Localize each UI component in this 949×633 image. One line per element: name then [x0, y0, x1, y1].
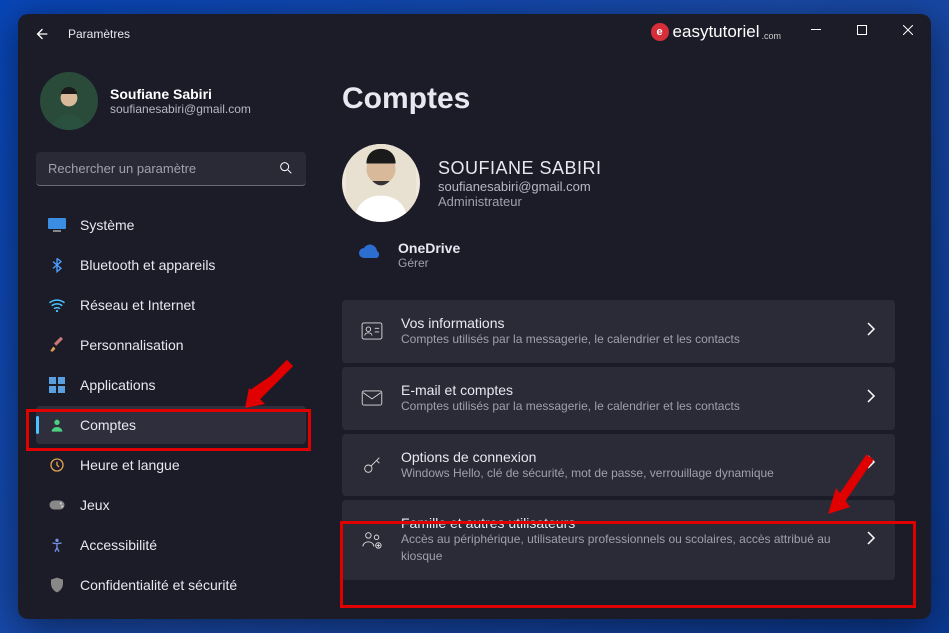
apps-icon	[48, 376, 66, 394]
card-sub: Comptes utilisés par la messagerie, le c…	[401, 331, 848, 348]
account-header: SOUFIANE SABIRI soufianesabiri@gmail.com…	[342, 144, 895, 222]
shield-icon	[48, 576, 66, 594]
nav-personalization[interactable]: Personnalisation	[36, 326, 306, 364]
close-button[interactable]	[885, 14, 931, 46]
card-title: Famille et autres utilisateurs	[401, 515, 848, 531]
card-sub: Windows Hello, clé de sécurité, mot de p…	[401, 465, 848, 482]
nav-system[interactable]: Système	[36, 206, 306, 244]
onedrive-title: OneDrive	[398, 240, 460, 256]
nav-label: Personnalisation	[80, 337, 184, 353]
family-icon	[361, 529, 383, 551]
account-email: soufianesabiri@gmail.com	[438, 179, 602, 194]
card-your-info[interactable]: Vos informations Comptes utilisés par la…	[342, 300, 895, 363]
sidebar: Soufiane Sabiri soufianesabiri@gmail.com…	[18, 54, 318, 619]
nav-label: Jeux	[80, 497, 110, 513]
key-icon	[361, 454, 383, 476]
mail-icon	[361, 387, 383, 409]
clock-icon	[48, 456, 66, 474]
card-family-users[interactable]: Famille et autres utilisateurs Accès au …	[342, 500, 895, 580]
settings-cards: Vos informations Comptes utilisés par la…	[342, 300, 895, 580]
profile-block[interactable]: Soufiane Sabiri soufianesabiri@gmail.com	[36, 72, 306, 130]
onedrive-sub: Gérer	[398, 256, 460, 270]
accessibility-icon	[48, 536, 66, 554]
nav-accessibility[interactable]: Accessibilité	[36, 526, 306, 564]
titlebar: Paramètres eeasytutoriel.com	[18, 14, 931, 54]
bluetooth-icon	[48, 256, 66, 274]
card-title: E-mail et comptes	[401, 382, 848, 398]
profile-email: soufianesabiri@gmail.com	[110, 102, 251, 116]
person-icon	[48, 416, 66, 434]
account-role: Administrateur	[438, 194, 602, 209]
card-title: Options de connexion	[401, 449, 848, 465]
system-icon	[48, 216, 66, 234]
wifi-icon	[48, 296, 66, 314]
minimize-button[interactable]	[793, 14, 839, 46]
search-icon	[278, 160, 294, 181]
nav-label: Applications	[80, 377, 156, 393]
nav-label: Bluetooth et appareils	[80, 257, 215, 273]
nav-label: Comptes	[80, 417, 136, 433]
nav-label: Accessibilité	[80, 537, 157, 553]
settings-window: Paramètres eeasytutoriel.com Soufiane Sa…	[18, 14, 931, 619]
account-avatar	[342, 144, 420, 222]
brush-icon	[48, 336, 66, 354]
chevron-right-icon	[866, 531, 876, 550]
maximize-button[interactable]	[839, 14, 885, 46]
window-controls	[793, 14, 931, 46]
chevron-right-icon	[866, 455, 876, 474]
brand-logo: eeasytutoriel.com	[651, 22, 781, 42]
card-sub: Accès au périphérique, utilisateurs prof…	[401, 531, 848, 565]
nav-label: Heure et langue	[80, 457, 180, 473]
main-content: Comptes SOUFIANE SABIRI soufianesabiri@g…	[318, 54, 931, 619]
nav-label: Système	[80, 217, 134, 233]
profile-name: Soufiane Sabiri	[110, 86, 251, 102]
nav-label: Réseau et Internet	[80, 297, 195, 313]
onedrive-icon	[358, 244, 380, 266]
card-signin-options[interactable]: Options de connexion Windows Hello, clé …	[342, 434, 895, 497]
onedrive-block[interactable]: OneDrive Gérer	[358, 240, 895, 270]
nav-privacy[interactable]: Confidentialité et sécurité	[36, 566, 306, 604]
card-title: Vos informations	[401, 315, 848, 331]
chevron-right-icon	[866, 322, 876, 341]
nav-gaming[interactable]: Jeux	[36, 486, 306, 524]
window-title: Paramètres	[68, 27, 130, 41]
page-title: Comptes	[342, 82, 895, 116]
search-box	[36, 152, 306, 186]
search-input[interactable]	[36, 152, 306, 186]
nav-time[interactable]: Heure et langue	[36, 446, 306, 484]
card-sub: Comptes utilisés par la messagerie, le c…	[401, 398, 848, 415]
account-name: SOUFIANE SABIRI	[438, 158, 602, 179]
nav-label: Confidentialité et sécurité	[80, 577, 237, 593]
avatar	[40, 72, 98, 130]
id-card-icon	[361, 320, 383, 342]
back-button[interactable]	[30, 22, 54, 46]
card-email-accounts[interactable]: E-mail et comptes Comptes utilisés par l…	[342, 367, 895, 430]
nav-list: Système Bluetooth et appareils Réseau et…	[36, 206, 306, 604]
chevron-right-icon	[866, 389, 876, 408]
nav-accounts[interactable]: Comptes	[36, 406, 306, 444]
nav-network[interactable]: Réseau et Internet	[36, 286, 306, 324]
nav-apps[interactable]: Applications	[36, 366, 306, 404]
nav-bluetooth[interactable]: Bluetooth et appareils	[36, 246, 306, 284]
gamepad-icon	[48, 496, 66, 514]
